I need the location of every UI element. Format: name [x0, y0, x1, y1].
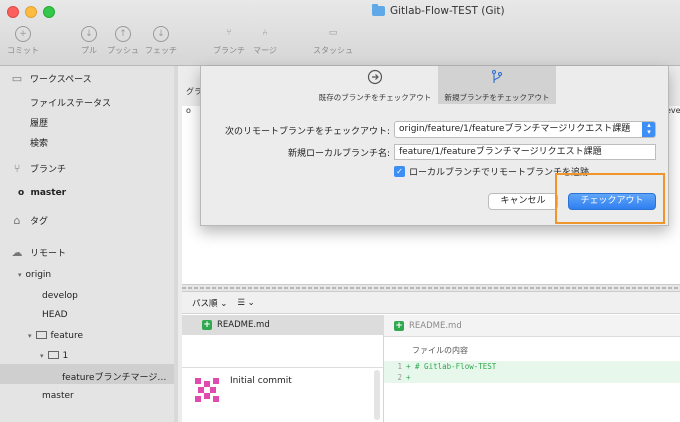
sidebar-item-develop[interactable]: develop [42, 291, 78, 301]
plus-icon: + [15, 26, 31, 42]
diff-line: 1 + # Gitlab-Flow-TEST [384, 361, 680, 372]
sidebar-item-search[interactable]: 検索 [30, 136, 48, 149]
commit-list: Initial commit [182, 367, 384, 422]
disclosure-down-icon: ▾ [28, 332, 32, 340]
diff-pane: + README.md ファイルの内容 1 + # Gitlab-Flow-TES… [384, 315, 680, 422]
avatar [195, 378, 219, 402]
sidebar-section-tags[interactable]: ⌂ タグ [10, 213, 49, 227]
sidebar-item-origin-master[interactable]: master [42, 391, 74, 401]
sidebar-item-history[interactable]: 履歴 [30, 116, 48, 129]
updown-arrows-icon: ▴ ▾ [642, 122, 655, 137]
commit-toolbar-button[interactable]: + コミット [0, 26, 46, 56]
fetch-toolbar-button[interactable]: ↓ フェッチ [138, 26, 184, 56]
branch-icon: ⑂ [13, 161, 21, 175]
diff-header: + README.md [384, 315, 680, 337]
merge-toolbar-button[interactable]: ⑃ マージ [242, 26, 288, 56]
folder-icon [47, 351, 59, 359]
title-toolbar: Gitlab-Flow-TEST (Git) + コミット ↓ プル ↑ プッシ… [0, 0, 680, 66]
sidebar: ▭ ワークスペース ファイルステータス 履歴 検索 ⑂ ブランチ o maste… [0, 66, 178, 422]
commit-message[interactable]: Initial commit [230, 376, 292, 386]
disclosure-down-icon: ▾ [40, 352, 44, 360]
arrow-down-icon: ↓ [81, 26, 97, 42]
branch-icon: ⑂ [226, 28, 232, 38]
merge-icon: ⑃ [262, 28, 268, 38]
tag-icon: ⌂ [13, 213, 21, 227]
added-file-icon: + [202, 320, 212, 330]
hunk-header: ファイルの内容 [412, 346, 468, 355]
diff-line: 2 + [384, 372, 680, 383]
disclosure-down-icon: ▾ [18, 271, 22, 279]
zoom-window-button[interactable] [43, 6, 55, 18]
tab-checkout-new[interactable]: 新規ブランチをチェックアウト [438, 66, 556, 104]
sidebar-scrollbar[interactable] [174, 66, 178, 422]
list-view-dropdown[interactable]: ☰ ⌄ [237, 298, 254, 308]
close-window-button[interactable] [7, 6, 19, 18]
cancel-button[interactable]: キャンセル [488, 193, 558, 210]
arrow-up-icon: ↑ [115, 26, 131, 42]
minimize-window-button[interactable] [25, 6, 37, 18]
local-branch-input[interactable]: feature/1/featureブランチマージリクエスト課題 [394, 144, 656, 160]
added-file-icon: + [394, 320, 404, 331]
pane-splitter[interactable] [182, 284, 680, 292]
sidebar-section-workspace[interactable]: ▭ ワークスペース [10, 72, 92, 85]
sidebar-item-origin[interactable]: ▾ origin [18, 270, 51, 280]
current-branch-icon: o [18, 188, 25, 198]
arrow-right-circle-icon [367, 69, 383, 85]
tab-checkout-existing[interactable]: 既存のブランチをチェックアウト [313, 66, 437, 104]
sidebar-item-master[interactable]: o master [18, 188, 66, 198]
sidebar-item-folder-1[interactable]: ▾ 1 [40, 351, 68, 361]
fetch-icon: ↓ [153, 26, 169, 42]
remote-branch-label: 次のリモートブランチをチェックアウト: [224, 127, 390, 137]
file-row[interactable]: + README.md [182, 315, 384, 335]
commit-list-scrollbar[interactable] [374, 370, 380, 420]
window-title: Gitlab-Flow-TEST (Git) [372, 4, 505, 17]
sidebar-item-feature-branch[interactable]: featureブランチマージ… [62, 370, 166, 383]
annotation-highlight-box [555, 173, 665, 224]
changed-files-pane: + README.md [182, 315, 384, 367]
cloud-icon: ☁ [11, 245, 23, 259]
branch-icon [491, 69, 503, 83]
remote-branch-select[interactable]: origin/feature/1/featureブランチマージリクエスト課題 ▴… [394, 121, 656, 138]
track-remote-checkbox[interactable]: ✓ [394, 166, 405, 177]
folder-icon [372, 4, 385, 16]
stash-toolbar-button[interactable]: ▭ スタッシュ [310, 26, 356, 56]
stash-icon: ▭ [328, 28, 338, 38]
sidebar-section-branches[interactable]: ⑂ ブランチ [10, 162, 66, 175]
file-filter-bar: パス順 ⌄ ☰ ⌄ [182, 292, 680, 314]
list-icon: ☰ [237, 297, 245, 308]
folder-icon [35, 331, 47, 339]
sidebar-item-feature-folder[interactable]: ▾ feature [28, 331, 83, 341]
sidebar-item-head[interactable]: HEAD [42, 310, 68, 320]
graph-node-icon: o [186, 106, 191, 115]
local-branch-label: 新規ローカルブランチ名: [287, 149, 390, 159]
sidebar-item-file-status[interactable]: ファイルステータス [30, 96, 111, 109]
monitor-icon: ▭ [11, 71, 23, 85]
sort-dropdown[interactable]: パス順 ⌄ [192, 297, 227, 309]
sidebar-section-remotes[interactable]: ☁ リモート [10, 245, 67, 259]
